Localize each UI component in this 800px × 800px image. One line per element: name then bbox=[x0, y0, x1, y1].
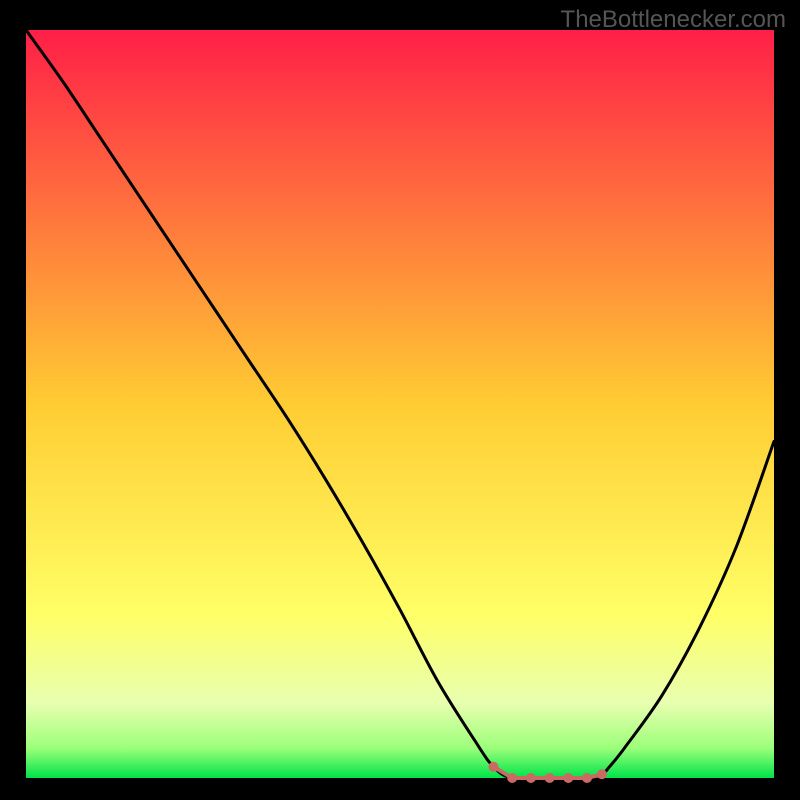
chart-container: TheBottlenecker.com bbox=[0, 0, 800, 800]
watermark-text: TheBottlenecker.com bbox=[561, 6, 786, 34]
bottleneck-chart bbox=[0, 0, 800, 800]
plot-background bbox=[26, 30, 774, 778]
